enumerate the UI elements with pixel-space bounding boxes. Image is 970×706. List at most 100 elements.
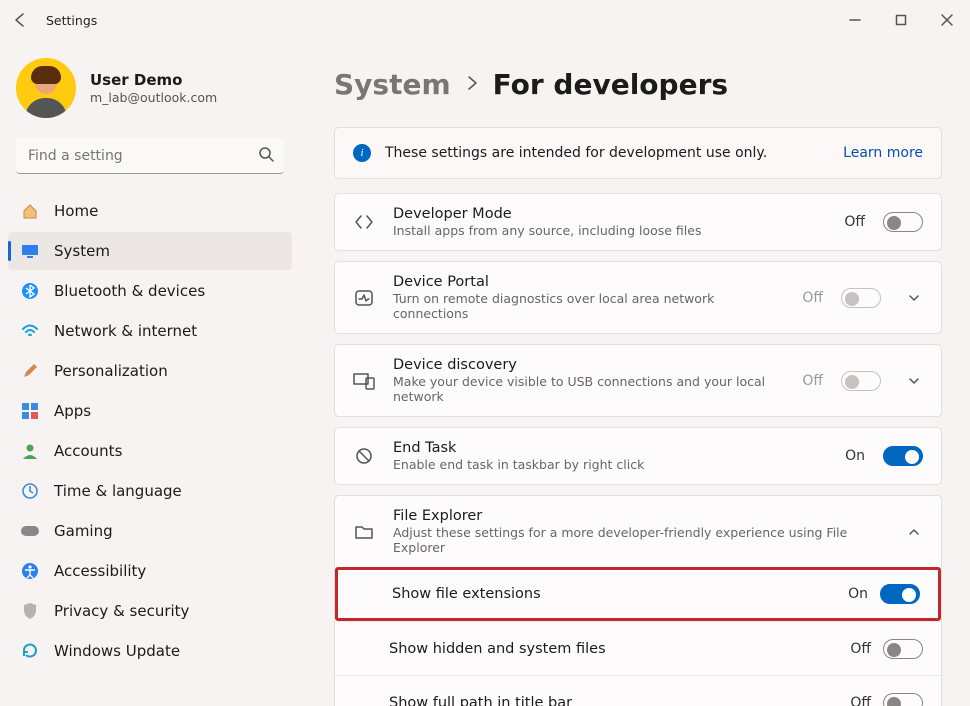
devices-icon — [353, 372, 375, 390]
wifi-icon — [20, 323, 40, 339]
nav-item-accounts[interactable]: Accounts — [8, 432, 292, 470]
person-icon — [20, 442, 40, 460]
setting-title: Developer Mode — [393, 206, 826, 222]
setting-show-hidden-files[interactable]: Show hidden and system files Off — [335, 621, 941, 675]
setting-title: Device Portal — [393, 274, 784, 290]
search-input[interactable] — [16, 138, 284, 174]
window-controls — [832, 0, 970, 40]
toggle-state: Off — [850, 695, 871, 706]
brush-icon — [20, 362, 40, 380]
toggle-end-task[interactable] — [883, 446, 923, 466]
toggle-state: Off — [850, 641, 871, 657]
nav-item-label: Privacy & security — [54, 602, 189, 620]
window-title: Settings — [46, 13, 97, 28]
gamepad-icon — [20, 524, 40, 538]
setting-device-discovery[interactable]: Device discovery Make your device visibl… — [334, 344, 942, 417]
nav-item-network[interactable]: Network & internet — [8, 312, 292, 350]
toggle-developer-mode[interactable] — [883, 212, 923, 232]
search-icon — [258, 146, 274, 166]
nav-item-label: Accessibility — [54, 562, 146, 580]
folder-icon — [353, 523, 375, 541]
setting-title: Device discovery — [393, 357, 784, 373]
nav-item-personalization[interactable]: Personalization — [8, 352, 292, 390]
nav-item-label: Home — [54, 202, 98, 220]
nav-item-label: Time & language — [54, 482, 182, 500]
heartbeat-icon — [353, 288, 375, 308]
toggle-device-discovery[interactable] — [841, 371, 881, 391]
nav-item-label: System — [54, 242, 110, 260]
info-icon — [353, 144, 371, 162]
setting-end-task[interactable]: End Task Enable end task in taskbar by r… — [334, 427, 942, 485]
toggle-state: Off — [802, 290, 823, 306]
setting-show-full-path[interactable]: Show full path in title bar Off — [335, 675, 941, 706]
info-banner: These settings are intended for developm… — [334, 127, 942, 179]
nav-item-system[interactable]: System — [8, 232, 292, 270]
nav-item-gaming[interactable]: Gaming — [8, 512, 292, 550]
setting-file-explorer: File Explorer Adjust these settings for … — [334, 495, 942, 706]
setting-show-file-extensions[interactable]: Show file extensions On — [335, 567, 941, 621]
setting-device-portal[interactable]: Device Portal Turn on remote diagnostics… — [334, 261, 942, 334]
minimize-button[interactable] — [832, 0, 878, 40]
back-button[interactable] — [0, 0, 40, 40]
nav-item-label: Bluetooth & devices — [54, 282, 205, 300]
search-box[interactable] — [16, 138, 284, 174]
setting-subtitle: Adjust these settings for a more develop… — [393, 525, 881, 555]
setting-title: File Explorer — [393, 508, 881, 524]
breadcrumb-leaf: For developers — [493, 68, 728, 101]
setting-title: Show full path in title bar — [389, 695, 850, 706]
expand-button[interactable] — [905, 374, 923, 388]
collapse-button[interactable] — [905, 525, 923, 539]
nav-item-label: Windows Update — [54, 642, 180, 660]
toggle-show-hidden-files[interactable] — [883, 639, 923, 659]
accessibility-icon — [20, 562, 40, 580]
banner-message: These settings are intended for developm… — [385, 145, 767, 161]
update-icon — [20, 642, 40, 660]
setting-subtitle: Enable end task in taskbar by right clic… — [393, 457, 827, 472]
toggle-show-full-path[interactable] — [883, 693, 923, 706]
file-explorer-header[interactable]: File Explorer Adjust these settings for … — [335, 496, 941, 567]
profile-name: User Demo — [90, 71, 217, 89]
content-area: System For developers These settings are… — [300, 40, 970, 706]
setting-developer-mode[interactable]: Developer Mode Install apps from any sou… — [334, 193, 942, 251]
nav-item-privacy[interactable]: Privacy & security — [8, 592, 292, 630]
profile-email: m_lab@outlook.com — [90, 90, 217, 105]
toggle-state: On — [848, 586, 868, 602]
nav-item-home[interactable]: Home — [8, 192, 292, 230]
nav-item-label: Gaming — [54, 522, 113, 540]
breadcrumb-root[interactable]: System — [334, 68, 451, 101]
system-icon — [20, 243, 40, 259]
clock-globe-icon — [20, 482, 40, 500]
nav-item-time-language[interactable]: Time & language — [8, 472, 292, 510]
setting-subtitle: Turn on remote diagnostics over local ar… — [393, 291, 784, 321]
setting-title: End Task — [393, 440, 827, 456]
sidebar: User Demo m_lab@outlook.com Home System … — [0, 40, 300, 706]
code-icon — [353, 212, 375, 232]
chevron-right-icon — [465, 75, 479, 95]
setting-subtitle: Install apps from any source, including … — [393, 223, 826, 238]
toggle-state: On — [845, 448, 865, 464]
learn-more-link[interactable]: Learn more — [843, 145, 923, 161]
breadcrumb: System For developers — [334, 40, 942, 127]
close-button[interactable] — [924, 0, 970, 40]
expand-button[interactable] — [905, 291, 923, 305]
toggle-show-file-extensions[interactable] — [880, 584, 920, 604]
nav-item-bluetooth[interactable]: Bluetooth & devices — [8, 272, 292, 310]
nav-item-label: Accounts — [54, 442, 122, 460]
chevron-down-icon — [907, 374, 921, 388]
nav-item-label: Personalization — [54, 362, 168, 380]
bluetooth-icon — [20, 282, 40, 300]
nav-item-label: Network & internet — [54, 322, 197, 340]
nav-item-apps[interactable]: Apps — [8, 392, 292, 430]
nav-list: Home System Bluetooth & devices Network … — [8, 192, 292, 670]
nav-item-accessibility[interactable]: Accessibility — [8, 552, 292, 590]
setting-title: Show file extensions — [392, 586, 848, 602]
nav-item-windows-update[interactable]: Windows Update — [8, 632, 292, 670]
toggle-state: Off — [802, 373, 823, 389]
profile-block[interactable]: User Demo m_lab@outlook.com — [8, 40, 292, 138]
toggle-device-portal[interactable] — [841, 288, 881, 308]
apps-icon — [20, 402, 40, 420]
maximize-button[interactable] — [878, 0, 924, 40]
home-icon — [20, 202, 40, 220]
chevron-down-icon — [907, 291, 921, 305]
block-icon — [353, 446, 375, 466]
